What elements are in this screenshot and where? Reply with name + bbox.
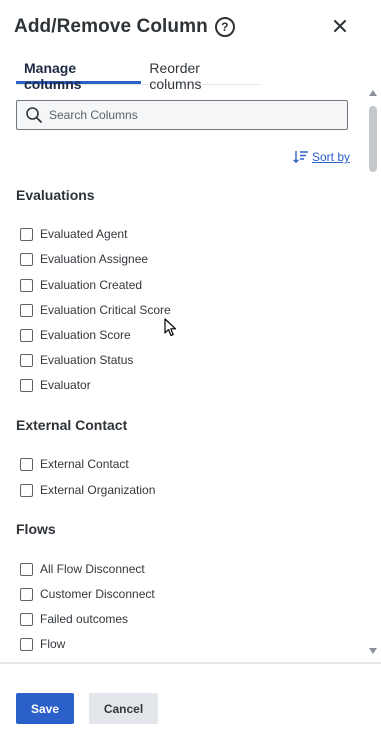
checkbox[interactable] — [20, 328, 33, 342]
scroll-down-arrow-icon[interactable] — [369, 648, 377, 654]
option-label: Evaluated Agent — [40, 227, 128, 241]
option-label: Evaluation Critical Score — [40, 303, 171, 317]
option-label: Flow — [40, 637, 66, 651]
option-label: Evaluation Assignee — [40, 252, 149, 266]
option-label: Evaluation Status — [40, 353, 134, 367]
search-icon — [25, 106, 43, 124]
checkbox[interactable] — [20, 457, 33, 471]
tab-reorder-columns[interactable]: Reorder columns — [141, 58, 260, 92]
checkbox[interactable] — [20, 378, 33, 392]
option-label: External Organization — [40, 483, 156, 497]
save-button[interactable]: Save — [16, 693, 74, 724]
checkbox[interactable] — [20, 227, 33, 241]
option-label: Failed outcomes — [40, 612, 129, 626]
checkbox[interactable] — [20, 587, 33, 601]
sort-by-label: Sort by — [311, 150, 350, 164]
dialog-footer: Save Cancel — [16, 693, 158, 724]
checkbox[interactable] — [20, 562, 33, 576]
checkbox[interactable] — [20, 637, 33, 651]
tab-manage-columns[interactable]: Manage columns — [16, 58, 142, 92]
checkbox[interactable] — [20, 353, 33, 367]
search-field[interactable] — [16, 100, 348, 130]
checkbox[interactable] — [20, 278, 33, 292]
column-option-evaluation-critical-score[interactable]: Evaluation Critical Score — [20, 301, 171, 319]
tab-bar: Manage columns Reorder columns — [16, 58, 260, 92]
dialog-header: Add/Remove Column ? — [14, 14, 361, 40]
checkbox[interactable] — [20, 483, 33, 497]
checkbox[interactable] — [20, 612, 33, 626]
checkbox[interactable] — [20, 252, 33, 266]
column-option-evaluated-agent[interactable]: Evaluated Agent — [20, 225, 127, 243]
column-option-all-flow-disconnect[interactable]: All Flow Disconnect — [20, 560, 145, 578]
sort-by-button[interactable]: Sort by — [293, 150, 350, 164]
option-label: All Flow Disconnect — [40, 562, 145, 576]
column-option-failed-outcomes[interactable]: Failed outcomes — [20, 610, 128, 628]
option-label: Evaluation Created — [40, 278, 143, 292]
cancel-button[interactable]: Cancel — [89, 693, 158, 724]
dialog-title: Add/Remove Column — [14, 16, 208, 37]
question-circle-icon[interactable]: ? — [214, 17, 235, 37]
column-option-external-contact[interactable]: External Contact — [20, 455, 129, 473]
column-option-evaluator[interactable]: Evaluator — [20, 376, 91, 394]
group-title-external-contact: External Contact — [16, 417, 128, 433]
sort-descending-icon — [293, 151, 308, 164]
option-label: Evaluation Score — [40, 328, 131, 342]
footer-divider — [0, 662, 381, 664]
group-title-evaluations: Evaluations — [16, 187, 95, 203]
close-icon[interactable] — [329, 15, 351, 37]
option-label: External Contact — [40, 457, 129, 471]
search-input[interactable] — [47, 107, 341, 123]
checkbox[interactable] — [20, 303, 33, 317]
scrollbar[interactable] — [367, 88, 379, 660]
mouse-pointer-icon — [164, 318, 177, 337]
option-label: Customer Disconnect — [40, 587, 155, 601]
column-option-external-organization[interactable]: External Organization — [20, 481, 155, 499]
scrollbar-thumb[interactable] — [369, 106, 377, 172]
column-option-flow[interactable]: Flow — [20, 635, 65, 653]
column-list-scroll-area: Sort by Evaluations Evaluated Agent Eval… — [0, 86, 367, 662]
column-option-evaluation-created[interactable]: Evaluation Created — [20, 276, 142, 294]
option-label: Evaluator — [40, 378, 91, 392]
column-option-evaluation-status[interactable]: Evaluation Status — [20, 351, 133, 369]
column-option-evaluation-score[interactable]: Evaluation Score — [20, 326, 131, 344]
group-title-flows: Flows — [16, 521, 56, 537]
column-option-customer-disconnect[interactable]: Customer Disconnect — [20, 585, 155, 603]
column-option-evaluation-assignee[interactable]: Evaluation Assignee — [20, 250, 148, 268]
scroll-up-arrow-icon[interactable] — [369, 90, 377, 96]
